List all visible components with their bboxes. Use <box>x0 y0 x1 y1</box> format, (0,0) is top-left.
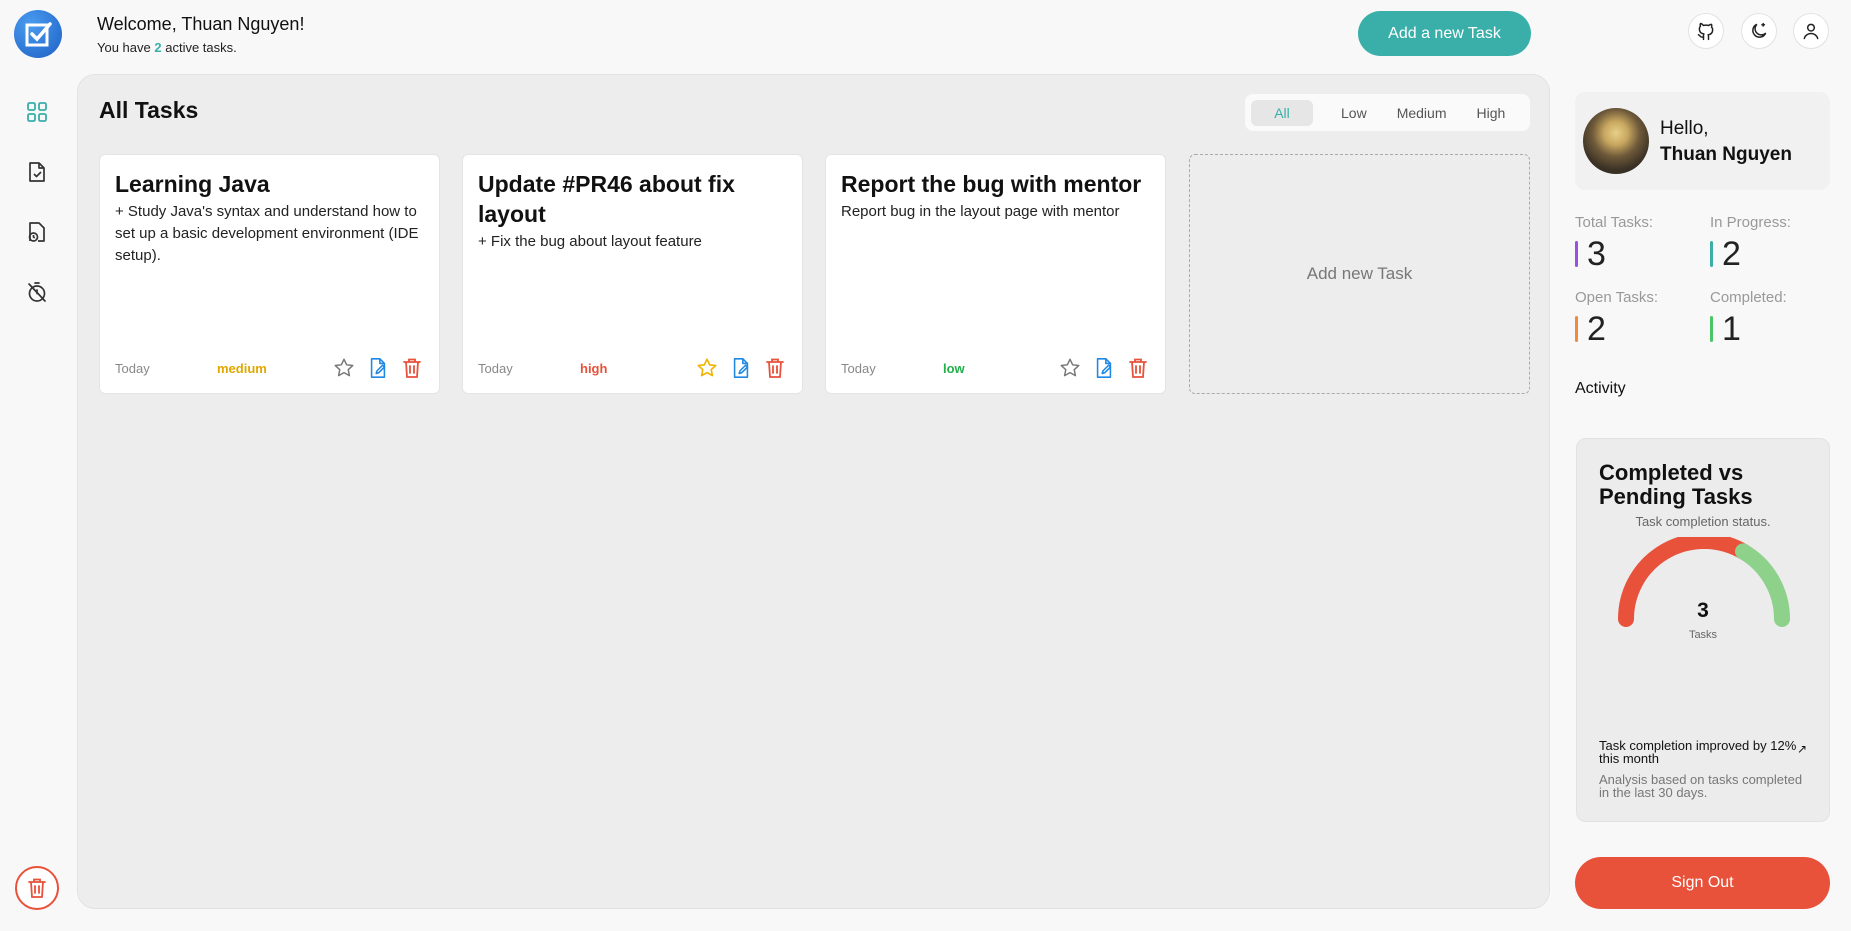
chart-subtitle: Task completion status. <box>1635 514 1771 529</box>
pending-file-icon[interactable] <box>22 217 52 247</box>
stat-label: Total Tasks: <box>1575 214 1654 231</box>
task-priority: medium <box>217 360 267 376</box>
welcome-title: Welcome, Thuan Nguyen! <box>97 14 305 34</box>
task-title: Learning Java <box>115 171 270 197</box>
add-new-task-card[interactable]: Add new Task <box>1189 154 1530 394</box>
task-title: Update #PR46 about fix layout <box>478 171 735 227</box>
welcome-subtitle: You have 2 active tasks. <box>97 40 304 55</box>
user-icon[interactable] <box>1793 13 1829 49</box>
task-card: Learning Java + Study Java's syntax and … <box>99 154 440 394</box>
gauge-total: 3 <box>1697 599 1709 622</box>
overdue-timer-icon[interactable] <box>22 277 52 307</box>
delete-icon[interactable] <box>1125 356 1150 381</box>
task-date: Today <box>841 360 876 376</box>
filter-medium[interactable]: Medium <box>1383 100 1461 126</box>
profile-card: Hello, Thuan Nguyen <box>1575 92 1830 190</box>
sign-out-button[interactable]: Sign Out <box>1575 857 1830 909</box>
chart-title: Completed vs Pending Tasks <box>1599 460 1753 509</box>
task-card: Report the bug with mentor Report bug in… <box>825 154 1166 394</box>
stat-value: 2 <box>1587 310 1606 348</box>
trend-text: Task completion improved by 12% this mon… <box>1599 738 1797 766</box>
task-date: Today <box>115 360 150 376</box>
task-footer: Today medium <box>115 355 424 381</box>
task-description: + Study Java's syntax and understand how… <box>115 203 419 264</box>
stat-open: Open Tasks: 2 <box>1575 289 1658 346</box>
task-actions <box>1057 356 1150 381</box>
stat-value: 1 <box>1722 310 1741 348</box>
task-footer: Today low <box>841 355 1150 381</box>
dashboard-grid-icon[interactable] <box>22 97 52 127</box>
profile-greeting: Hello, Thuan Nguyen <box>1660 116 1792 168</box>
tasks-panel: All Tasks All Low Medium High Learning J… <box>77 74 1550 909</box>
stat-label: Open Tasks: <box>1575 289 1659 306</box>
stat-total: Total Tasks: 3 <box>1575 214 1653 271</box>
priority-filter-group: All Low Medium High <box>1245 94 1530 131</box>
task-card: Update #PR46 about fix layout + Fix the … <box>462 154 803 394</box>
delete-icon[interactable] <box>762 356 787 381</box>
edit-icon[interactable] <box>728 356 753 381</box>
task-priority: high <box>580 360 608 376</box>
filter-all[interactable]: All <box>1251 99 1313 126</box>
task-actions <box>694 356 787 381</box>
app-logo-icon[interactable] <box>14 10 62 58</box>
delete-icon[interactable] <box>399 356 424 381</box>
stat-completed: Completed: 1 <box>1710 289 1787 346</box>
task-footer: Today high <box>478 355 787 381</box>
welcome-block: Welcome, Thuan Nguyen! You have 2 active… <box>97 14 304 55</box>
stat-value: 2 <box>1722 235 1741 273</box>
subtitle-suffix: active tasks. <box>165 40 237 55</box>
completion-chart-card: Completed vs Pending Tasks Task completi… <box>1576 438 1830 822</box>
task-description: + Fix the bug about layout feature <box>478 233 702 250</box>
edit-icon[interactable] <box>365 356 390 381</box>
trending-up-icon: ↗ <box>1797 742 1808 756</box>
add-new-task-button[interactable]: Add a new Task <box>1358 11 1531 56</box>
active-task-count: 2 <box>154 40 162 55</box>
stat-bar <box>1710 241 1713 267</box>
task-title: Report the bug with mentor <box>841 171 1142 197</box>
stat-bar <box>1710 316 1713 342</box>
greeting-text: Hello, <box>1660 118 1709 139</box>
star-icon[interactable] <box>1057 356 1082 381</box>
page-title: All Tasks <box>99 97 199 123</box>
stat-bar <box>1575 241 1578 267</box>
stat-label: In Progress: <box>1710 214 1791 231</box>
filter-low[interactable]: Low <box>1327 100 1381 126</box>
star-icon[interactable] <box>331 356 356 381</box>
edit-icon[interactable] <box>1091 356 1116 381</box>
subtitle-prefix: You have <box>97 40 151 55</box>
moon-icon[interactable] <box>1741 13 1777 49</box>
task-date: Today <box>478 360 513 376</box>
stat-value: 3 <box>1587 235 1606 273</box>
filter-high[interactable]: High <box>1462 100 1519 126</box>
avatar[interactable] <box>1583 108 1649 174</box>
task-priority: low <box>943 360 965 376</box>
star-icon[interactable] <box>694 356 719 381</box>
activity-heading: Activity <box>1575 380 1626 397</box>
github-icon[interactable] <box>1688 13 1724 49</box>
gauge-unit: Tasks <box>1688 629 1718 641</box>
task-actions <box>331 356 424 381</box>
task-description: Report bug in the layout page with mento… <box>841 203 1120 220</box>
stat-label: Completed: <box>1710 289 1787 306</box>
delete-all-trash-icon[interactable] <box>15 866 59 910</box>
stat-bar <box>1575 316 1578 342</box>
stat-in-progress: In Progress: 2 <box>1710 214 1791 271</box>
completed-file-icon[interactable] <box>22 157 52 187</box>
profile-name: Thuan Nguyen <box>1660 144 1792 165</box>
trend-note: Analysis based on tasks completed in the… <box>1599 772 1803 800</box>
